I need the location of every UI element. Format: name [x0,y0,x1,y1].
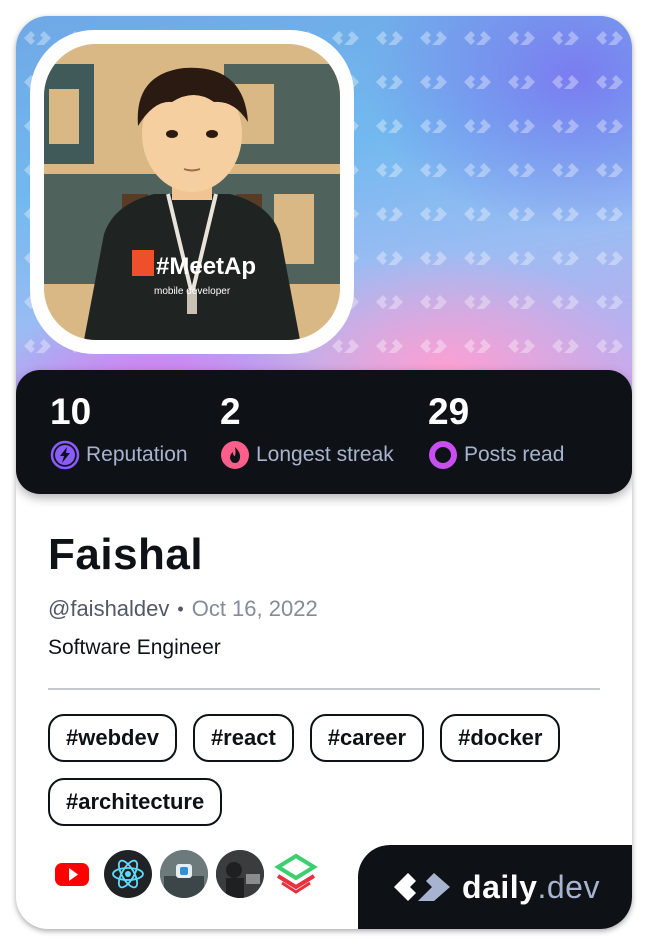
reputation-label: Reputation [86,443,188,466]
brand-wordmark: daily.dev [462,868,600,905]
tag-chip[interactable]: #career [309,714,425,762]
flame-icon [221,441,249,469]
streak-value: 2 [220,391,241,432]
avatar-illustration: #MeetAp mobile developer [44,44,340,340]
shirt-text: #MeetAp [156,253,256,280]
posts-read-label: Posts read [464,443,565,466]
profile-meta: @faishaldev • Oct 16, 2022 [48,596,318,622]
stat-longest-streak: 2 Longest streak [220,390,394,470]
streak-label: Longest streak [256,443,394,466]
avatar-frame: #MeetAp mobile developer [30,30,354,354]
joined-date: Oct 16, 2022 [191,596,318,621]
stats-bar: 10 Reputation 2 Longest streak 29 Posts … [16,370,632,494]
lightning-icon [50,440,80,470]
profile-handle[interactable]: @faishaldev [48,596,169,622]
source-stack [48,850,320,898]
meta-separator: • [177,598,184,619]
posts-read-value: 29 [428,391,470,432]
stat-posts-read: 29 Posts read [428,390,564,470]
profile-bio: Software Engineer [48,636,221,659]
devcard: #MeetAp mobile developer 10 Reputation 2 [16,16,632,929]
ring-icon [429,441,457,469]
tag-chip[interactable]: #docker [440,714,561,762]
youtube-icon[interactable] [48,850,96,898]
daily-dev-mark-icon [394,873,451,901]
shirt-subtext: mobile developer [154,286,231,297]
stat-reputation: 10 Reputation [50,390,188,470]
divider [48,688,600,690]
daily-dev-logo[interactable]: daily.dev [358,845,632,929]
reputation-value: 10 [50,391,92,432]
tag-chip[interactable]: #react [192,714,294,762]
tag-chip[interactable]: #webdev [48,714,177,762]
react-icon[interactable] [104,850,152,898]
tag-chip[interactable]: #architecture [48,778,223,826]
source-avatar-2[interactable] [216,850,264,898]
source-avatar-1[interactable] [160,850,208,898]
avatar[interactable]: #MeetAp mobile developer [44,44,340,340]
tag-list: #webdev #react #career #docker #architec… [48,714,608,826]
profile-name: Faishal [48,530,204,579]
layered-logo-icon[interactable] [272,850,320,898]
